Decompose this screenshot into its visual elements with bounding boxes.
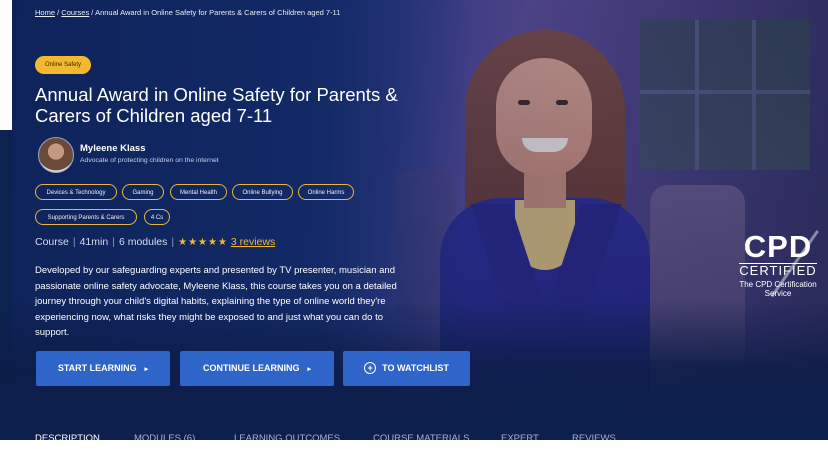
start-learning-button[interactable]: START LEARNING ▸ [36,351,170,386]
breadcrumb: Home / Courses / Annual Award in Online … [35,8,340,17]
author-role: Advocate of protecting children on the i… [80,157,219,164]
breadcrumb-courses-link[interactable]: Courses [61,8,89,17]
course-duration: 41min [79,236,109,248]
page-edge [0,0,12,130]
star-rating-icon: ★★★★★ [178,237,228,248]
continue-learning-button[interactable]: CONTINUE LEARNING ▸ [180,351,334,386]
continue-learning-label: CONTINUE LEARNING [202,363,300,373]
meta-separator: | [171,236,175,248]
cpd-certified-logo: CPD CERTIFIED The CPD Certification Serv… [728,229,828,298]
tag-supporting-parents-carers[interactable]: Supporting Parents & Carers [35,209,137,225]
breadcrumb-home-link[interactable]: Home [35,8,55,17]
cpd-logo-text: CPD [743,229,813,264]
tag-online-bullying[interactable]: Online Bullying [232,184,293,200]
author-name[interactable]: Myleene Klass [80,143,145,154]
breadcrumb-current: Annual Award in Online Safety for Parent… [95,8,341,17]
tag-gaming[interactable]: Gaming [122,184,164,200]
category-badge: Online Safety [35,56,91,74]
course-modules: 6 modules [118,236,168,248]
arrow-right-icon: ▸ [144,366,149,373]
tag-online-harms[interactable]: Online Harms [298,184,354,200]
course-meta: Course | 41min | 6 modules | ★★★★★ 3 reviews [35,236,275,248]
watchlist-label: TO WATCHLIST [382,363,449,373]
cpd-service-line2: Service [764,289,792,298]
author-avatar[interactable] [38,137,74,173]
course-description: Developed by our safeguarding experts an… [35,265,397,338]
cpd-certified-text: CERTIFIED [739,263,817,278]
meta-separator: | [112,236,115,248]
plus-circle-icon: + [364,361,377,374]
page-footer-edge [0,440,828,459]
tag-devices-technology[interactable]: Devices & Technology [35,184,117,200]
page: CPD CERTIFIED The CPD Certification Serv… [0,0,828,459]
cpd-service-line1: The CPD Certification [739,280,817,289]
add-to-watchlist-button[interactable]: + TO WATCHLIST [343,351,470,386]
course-type: Course [35,236,69,248]
page-title: Annual Award in Online Safety for Parent… [35,84,398,126]
start-learning-label: START LEARNING [57,363,137,373]
meta-separator: | [72,236,76,248]
reviews-link[interactable]: 3 reviews [231,236,275,248]
tag-4cs[interactable]: 4 Cs [144,209,170,225]
tag-mental-health[interactable]: Mental Health [170,184,227,200]
arrow-right-icon: ▸ [307,366,311,373]
